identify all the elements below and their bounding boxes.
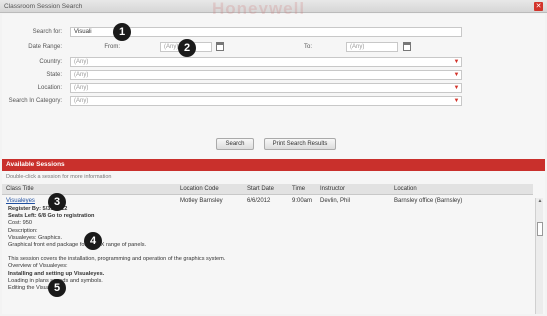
- location-select[interactable]: (Any) ▼: [70, 83, 462, 93]
- location-code-cell: Motley Barnsley: [180, 198, 223, 204]
- cost-text: Cost: 950: [8, 220, 32, 227]
- state-label: State:: [46, 72, 62, 78]
- description-line: Graphical front end package for the ZX r…: [8, 242, 147, 249]
- category-select[interactable]: (Any) ▼: [70, 96, 462, 106]
- register-by-text: Register By: 5/31/2012: [8, 206, 68, 212]
- location-cell: Barnsley office (Barnsley): [394, 198, 463, 204]
- results-header: Available Sessions: [2, 159, 545, 171]
- close-icon[interactable]: ✕: [534, 2, 543, 11]
- state-select[interactable]: (Any) ▼: [70, 70, 462, 80]
- loading-line: Loading in plans sounds and symbols.: [8, 277, 103, 284]
- chevron-down-icon: ▼: [453, 72, 460, 78]
- callout-badge-4: 4: [84, 232, 102, 250]
- callout-badge-3: 3: [48, 193, 66, 211]
- chevron-down-icon: ▼: [453, 98, 460, 104]
- print-results-button[interactable]: Print Search Results: [264, 138, 336, 150]
- scroll-thumb[interactable]: [537, 222, 543, 236]
- install-line: Installing and setting up Visualeyes.: [8, 270, 105, 277]
- calendar-icon[interactable]: [216, 42, 224, 51]
- time-cell: 9:00am: [292, 198, 313, 204]
- start-date-cell: 6/6/2012: [247, 198, 271, 204]
- column-header[interactable]: Time: [292, 186, 305, 192]
- country-label: Country:: [39, 59, 62, 65]
- chevron-down-icon: ▼: [453, 59, 460, 65]
- description-line: This session covers the installation, pr…: [8, 256, 226, 263]
- description-line: Visualeyes: Graphics.: [8, 234, 62, 241]
- from-label: From:: [104, 44, 120, 50]
- to-date-field[interactable]: (Any): [346, 42, 398, 52]
- column-header[interactable]: Class Title: [6, 186, 34, 192]
- callout-badge-5: 5: [48, 279, 66, 297]
- window-title: Classroom Session Search: [4, 3, 83, 10]
- seats-left-text: Seats Left: 6/8 Go to registration: [8, 213, 95, 220]
- results-hint: Double-click a session for more informat…: [6, 174, 112, 180]
- country-select[interactable]: (Any) ▼: [70, 57, 462, 67]
- to-label: To:: [303, 44, 312, 50]
- callout-badge-2: 2: [178, 39, 196, 57]
- calendar-icon[interactable]: [403, 42, 411, 51]
- results-table-header: Class Title Location Code Start Date Tim…: [2, 184, 533, 195]
- column-header[interactable]: Instructor: [320, 186, 345, 192]
- category-value: (Any): [74, 98, 89, 104]
- results-scrollbar[interactable]: ▲: [535, 198, 543, 314]
- column-header[interactable]: Start Date: [247, 186, 274, 192]
- search-panel: Search for: Visuali Date Range: From: (A…: [2, 14, 545, 314]
- date-range-label: Date Range:: [28, 44, 62, 50]
- column-header[interactable]: Location Code: [180, 186, 219, 192]
- course-title-link[interactable]: Visualeyes: [6, 198, 35, 204]
- session-detail: Register By: 5/31/2012 Seats Left: 6/8 G…: [8, 206, 508, 292]
- overview-line: Overview of Visualeyes:: [8, 263, 68, 270]
- instructor-cell: Devlin, Phil: [320, 198, 351, 204]
- search-button[interactable]: Search: [216, 138, 254, 150]
- column-header[interactable]: Location: [394, 186, 417, 192]
- editing-line: Editing the Visualeyes: [8, 285, 63, 292]
- title-bar: Classroom Session Search Honeywell ✕: [0, 0, 547, 18]
- category-label: Search In Category:: [8, 98, 62, 104]
- state-value: (Any): [74, 72, 89, 78]
- location-label: Location:: [37, 85, 62, 91]
- location-value: (Any): [74, 85, 89, 91]
- callout-badge-1: 1: [113, 23, 131, 41]
- description-label: Description:: [8, 227, 38, 234]
- search-for-label: Search for:: [32, 29, 62, 35]
- chevron-down-icon: ▼: [453, 85, 460, 91]
- country-value: (Any): [74, 59, 89, 65]
- scroll-up-icon[interactable]: ▲: [536, 198, 544, 205]
